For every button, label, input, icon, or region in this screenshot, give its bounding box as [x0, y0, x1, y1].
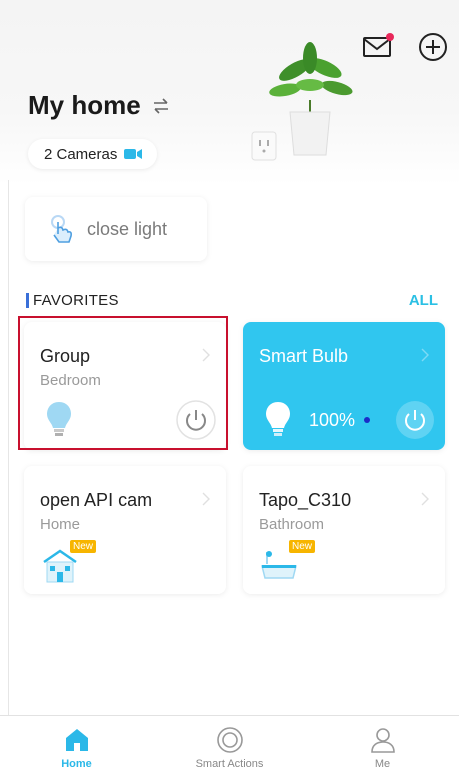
- device-name: open API cam: [40, 490, 153, 510]
- home-title-row[interactable]: My home: [28, 90, 171, 121]
- new-badge: New: [289, 540, 316, 553]
- scene-card-close-light[interactable]: close light: [25, 197, 207, 261]
- user-icon: [370, 728, 395, 753]
- device-name: Group: [40, 346, 91, 366]
- left-divider: [8, 180, 9, 715]
- device-room: Home: [40, 516, 81, 533]
- outlet-illustration: [251, 131, 277, 161]
- chevron-right-icon: [202, 348, 210, 362]
- device-name: Tapo_C310: [259, 490, 352, 510]
- add-device-icon[interactable]: [418, 32, 448, 62]
- power-button[interactable]: [395, 400, 435, 440]
- new-badge: New: [70, 540, 97, 553]
- status-bar: [0, 0, 459, 8]
- cameras-pill[interactable]: 2 Cameras: [28, 139, 158, 169]
- tab-smart-actions[interactable]: Smart Actions: [153, 716, 306, 771]
- favorites-title: FAVORITES: [33, 291, 119, 309]
- switch-home-icon[interactable]: [151, 96, 171, 116]
- tap-hand-icon: [51, 215, 72, 243]
- device-room: Bathroom: [259, 516, 325, 533]
- tab-label: Home: [61, 758, 92, 770]
- bottom-tab-bar: Home Smart Actions Me: [0, 715, 459, 771]
- favorites-header: FAVORITES ALL: [26, 290, 438, 310]
- device-room: Bedroom: [40, 372, 101, 389]
- bulb-icon: [47, 402, 71, 436]
- home-icon: [65, 729, 88, 751]
- chevron-right-icon: [202, 492, 210, 506]
- mail-icon[interactable]: [362, 32, 394, 58]
- video-camera-icon: [124, 149, 143, 159]
- tab-label: Me: [374, 758, 391, 770]
- favorites-marker: [26, 292, 29, 308]
- tab-label: Smart Actions: [195, 758, 264, 770]
- bulb-icon: [266, 402, 290, 436]
- device-name: Smart Bulb: [259, 346, 349, 366]
- chevron-right-icon: [421, 348, 429, 362]
- tab-me[interactable]: Me: [306, 716, 459, 771]
- cameras-count-label: 2 Cameras: [44, 145, 118, 163]
- device-card-open-api-cam[interactable]: open API cam Home New: [24, 466, 226, 594]
- smart-actions-icon: [216, 727, 243, 753]
- tab-home[interactable]: Home: [0, 716, 153, 771]
- device-card-tapo-c310[interactable]: Tapo_C310 Bathroom New: [243, 466, 445, 594]
- page-title: My home: [28, 90, 141, 120]
- brightness-value: 100%: [309, 410, 356, 430]
- device-card-smart-bulb[interactable]: Smart Bulb 100%: [243, 322, 445, 450]
- chevron-right-icon: [421, 492, 429, 506]
- device-card-group[interactable]: Group Bedroom: [24, 322, 226, 450]
- power-button[interactable]: [176, 400, 216, 440]
- status-dot: [364, 417, 370, 423]
- favorites-all-link[interactable]: ALL: [409, 292, 438, 309]
- scene-label: close light: [87, 218, 168, 239]
